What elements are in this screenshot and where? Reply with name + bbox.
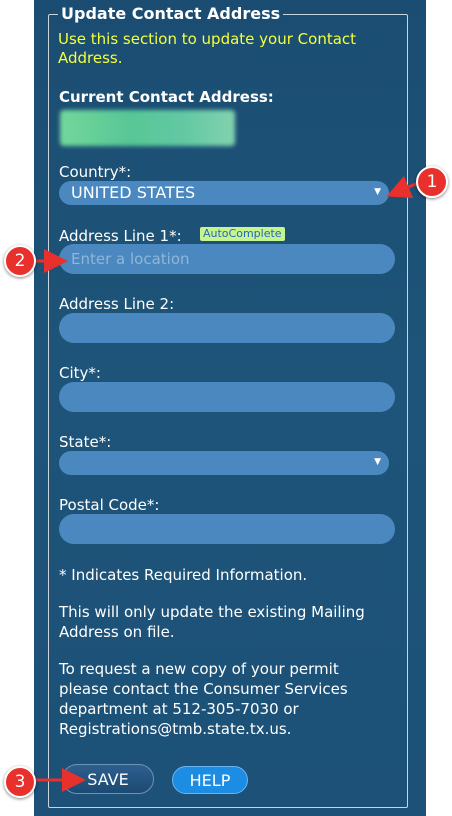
- callout-badge-1: 1: [416, 166, 448, 198]
- callout-arrows: [34, 175, 419, 792]
- callout-arrow-1: [386, 175, 419, 199]
- callout-badge-2: 2: [4, 245, 36, 277]
- callout-badge-3: 3: [4, 766, 36, 798]
